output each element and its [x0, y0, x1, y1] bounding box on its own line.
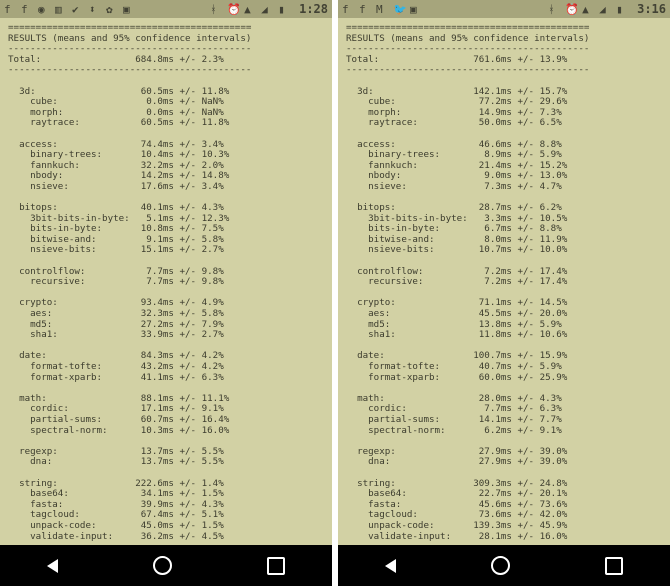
status-bar: ff ◉ ▥ ✔ ⬍ ✿ ▣ ᚼ ⏰ ▲ ◢ ▮ 1:28	[0, 0, 332, 18]
status-left-icons: ffM🐦▣	[342, 3, 548, 15]
benchmark-text: ========================================…	[346, 23, 662, 542]
battery-icon: ▮	[278, 3, 290, 15]
messenger-icon: ◉	[38, 3, 50, 15]
bluetooth-icon: ᚼ	[210, 3, 222, 15]
app-icon: ▣	[123, 3, 135, 15]
facebook-icon: f	[342, 3, 354, 15]
android-nav-bar	[338, 545, 670, 586]
status-right-icons: ᚼ ⏰ ▲ ◢ ▮ 3:16	[548, 2, 666, 16]
benchmark-results-pane: ========================================…	[338, 18, 670, 545]
phone-left: ff ◉ ▥ ✔ ⬍ ✿ ▣ ᚼ ⏰ ▲ ◢ ▮ 1:28 =====================…	[0, 0, 332, 586]
alarm-icon: ⏰	[227, 3, 239, 15]
facebook-icon: f	[4, 3, 16, 15]
status-bar: ffM🐦▣ ᚼ⏰▲◢▮3:16	[338, 0, 670, 18]
benchmark-text: ========================================…	[8, 23, 324, 542]
cell-icon: ◢	[599, 3, 611, 15]
wifi-icon: ▲	[244, 3, 256, 15]
battery-icon: ▮	[616, 3, 628, 15]
status-right-icons: ᚼ ⏰ ▲ ◢ ▮ 1:28	[210, 2, 328, 16]
back-icon[interactable]	[385, 559, 396, 573]
cell-icon: ◢	[261, 3, 273, 15]
status-left-icons: ff ◉ ▥ ✔ ⬍ ✿ ▣	[4, 3, 210, 15]
status-clock: 3:16	[637, 2, 666, 16]
back-icon[interactable]	[47, 559, 58, 573]
home-icon[interactable]	[153, 556, 172, 575]
status-clock: 1:28	[299, 2, 328, 16]
recent-icon[interactable]	[267, 557, 285, 575]
facebook-icon: f	[359, 3, 371, 15]
docs-icon: ▥	[55, 3, 67, 15]
facebook-icon: f	[21, 3, 33, 15]
tree-icon: ⬍	[89, 3, 101, 15]
benchmark-results-pane: ========================================…	[0, 18, 332, 545]
recent-icon[interactable]	[605, 557, 623, 575]
mail-icon: M	[376, 3, 388, 15]
app-icon: ▣	[410, 3, 422, 15]
android-nav-bar	[0, 545, 332, 586]
alarm-icon: ⏰	[565, 3, 577, 15]
home-icon[interactable]	[491, 556, 510, 575]
check-icon: ✔	[72, 3, 84, 15]
phone-right: ffM🐦▣ ᚼ⏰▲◢▮3:16 ========================…	[338, 0, 670, 586]
twitter-icon: 🐦	[393, 3, 405, 15]
bluetooth-icon: ᚼ	[548, 3, 560, 15]
gear-icon: ✿	[106, 3, 118, 15]
wifi-icon: ▲	[582, 3, 594, 15]
